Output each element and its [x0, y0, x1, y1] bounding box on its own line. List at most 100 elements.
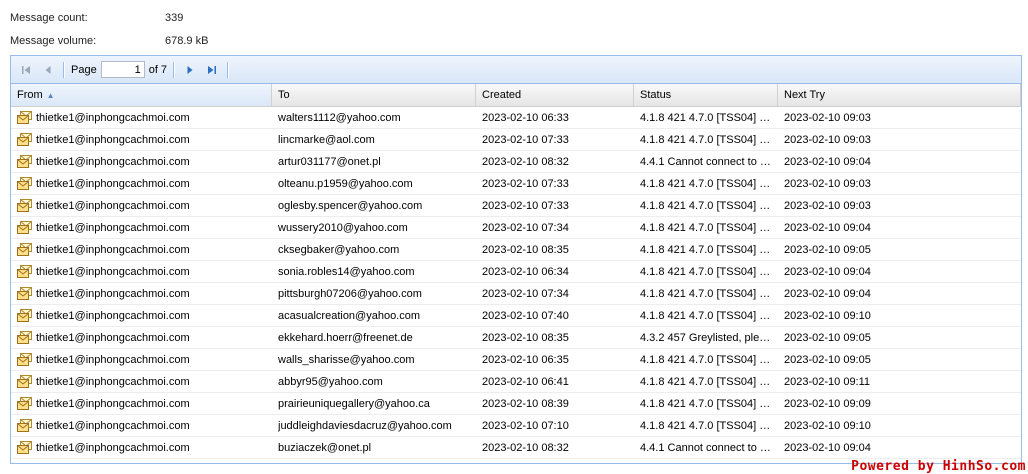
cell-next-try: 2023-02-10 09:10 [778, 305, 1021, 326]
cell-to-text: juddleighdaviesdacruz@yahoo.com [278, 419, 452, 432]
cell-created: 2023-02-10 07:34 [476, 217, 634, 238]
mail-envelope-icon [17, 353, 32, 366]
column-header-status[interactable]: Status [634, 84, 778, 106]
first-page-button[interactable] [15, 59, 37, 81]
table-row[interactable]: thietke1@inphongcachmoi.com sonia.robles1… [11, 261, 1021, 283]
table-row[interactable]: thietke1@inphongcachmoi.com walls_shariss… [11, 349, 1021, 371]
cell-next-try-text: 2023-02-10 09:11 [784, 375, 871, 388]
cell-from: thietke1@inphongcachmoi.com [11, 195, 272, 216]
column-header-created[interactable]: Created [476, 84, 634, 106]
table-row[interactable]: thietke1@inphongcachmoi.com acasualcreati… [11, 305, 1021, 327]
cell-from: thietke1@inphongcachmoi.com [11, 327, 272, 348]
cell-to: juddleighdaviesdacruz@yahoo.com [272, 415, 476, 436]
mail-envelope-icon [17, 133, 32, 146]
cell-to-text: abbyr95@yahoo.com [278, 375, 383, 388]
cell-created: 2023-02-10 07:34 [476, 283, 634, 304]
column-header-label: To [278, 89, 290, 101]
table-row[interactable]: thietke1@inphongcachmoi.com olteanu.p1959… [11, 173, 1021, 195]
table-row[interactable]: thietke1@inphongcachmoi.com pittsburgh072… [11, 283, 1021, 305]
cell-created-text: 2023-02-10 07:40 [482, 309, 569, 322]
cell-from: thietke1@inphongcachmoi.com [11, 283, 272, 304]
cell-next-try-text: 2023-02-10 09:04 [784, 221, 871, 234]
cell-created-text: 2023-02-10 08:39 [482, 397, 569, 410]
cell-status-text: 4.4.1 Cannot connect to … [640, 441, 771, 454]
message-volume-row: Message volume: 678.9 kB [10, 29, 208, 52]
mail-envelope-icon [17, 441, 32, 454]
cell-next-try: 2023-02-10 09:09 [778, 393, 1021, 414]
cell-from-text: thietke1@inphongcachmoi.com [36, 419, 190, 432]
cell-status: 4.1.8 421 4.7.0 [TSS04] … [634, 415, 778, 436]
cell-to-text: olteanu.p1959@yahoo.com [278, 177, 413, 190]
cell-status: 4.1.8 421 4.7.0 [TSS04] … [634, 217, 778, 238]
message-count-row: Message count: 339 [10, 6, 208, 29]
cell-from-text: thietke1@inphongcachmoi.com [36, 464, 190, 465]
cell-from-text: thietke1@inphongcachmoi.com [36, 397, 190, 410]
table-row[interactable]: thietke1@inphongcachmoi.com buziaczek@one… [11, 437, 1021, 459]
next-page-icon [187, 65, 193, 74]
cell-from-text: thietke1@inphongcachmoi.com [36, 111, 190, 124]
cell-next-try: 2023-02-10 09:04 [778, 283, 1021, 304]
cell-next-try: 2023-02-10 09:04 [778, 217, 1021, 238]
prev-page-button[interactable] [37, 59, 59, 81]
cell-next-try-text: 2023-02-10 09:05 [784, 353, 871, 366]
table-row[interactable]: thietke1@inphongcachmoi.com oglesby.spenc… [11, 195, 1021, 217]
cell-created-text: 2023-02-10 07:34 [482, 287, 569, 300]
table-row[interactable]: thietke1@inphongcachmoi.com wussery2010@y… [11, 217, 1021, 239]
last-page-button[interactable] [201, 59, 223, 81]
cell-next-try: 2023-02-10 09:03 [778, 173, 1021, 194]
mail-envelope-icon [17, 331, 32, 344]
table-row[interactable]: thietke1@inphongcachmoi.com lincmarke@aol… [11, 129, 1021, 151]
column-header-from[interactable]: From ▲ [11, 84, 272, 106]
cell-from-text: thietke1@inphongcachmoi.com [36, 133, 190, 146]
cell-from: thietke1@inphongcachmoi.com [11, 107, 272, 128]
cell-status-text: 4.1.8 421 4.7.0 [TSS04] … [640, 133, 771, 146]
cell-from-text: thietke1@inphongcachmoi.com [36, 177, 190, 190]
cell-next-try: 2023-02-10 09:04 [778, 437, 1021, 458]
paging-toolbar: Page of 7 [11, 56, 1021, 84]
cell-status-text: 4.1.8 421 4.7.0 [TSS04] … [640, 309, 771, 322]
cell-created-text: 2023-02-10 07:33 [482, 199, 569, 212]
cell-to: prairieuniquegallery@yahoo.ca [272, 393, 476, 414]
table-row[interactable]: thietke1@inphongcachmoi.com cksegbaker@ya… [11, 239, 1021, 261]
table-row[interactable]: thietke1@inphongcachmoi.com walters1112@y… [11, 107, 1021, 129]
mail-envelope-icon [17, 221, 32, 234]
column-header-next-try[interactable]: Next Try [778, 84, 1021, 106]
table-row[interactable]: thietke1@inphongcachmoi.com ekkehard.hoer… [11, 327, 1021, 349]
cell-status: 4.1.8 421 4.7.0 [TSS04] … [634, 239, 778, 260]
table-row[interactable]: thietke1@inphongcachmoi.com artur031177@o… [11, 151, 1021, 173]
mail-envelope-icon [17, 397, 32, 410]
cell-to-text: walters1112@yahoo.com [278, 111, 401, 124]
cell-created-text: 2023-02-10 08:32 [482, 441, 569, 454]
last-page-icon [208, 65, 217, 74]
cell-next-try-text: 2023-02-10 09:03 [784, 133, 871, 146]
cell-status: 4.1.8 421 4.7.0 [TSS04] … [634, 371, 778, 392]
cell-to-text: pittsburgh07206@yahoo.com [278, 287, 422, 300]
next-page-button[interactable] [179, 59, 201, 81]
cell-to: cksegbaker@yahoo.com [272, 239, 476, 260]
cell-created-text: 2023-02-10 07:34 [482, 221, 569, 234]
cell-to: ekkehard.hoerr@freenet.de [272, 327, 476, 348]
cell-to-text: lincmarke@aol.com [278, 133, 375, 146]
cell-created-text: 2023-02-10 06:34 [482, 265, 569, 278]
page-number-input[interactable] [100, 61, 145, 78]
cell-to: wussery2010@yahoo.com [272, 217, 476, 238]
cell-next-try-text: 2023-02-10 09:05 [784, 331, 871, 344]
first-page-icon [22, 65, 30, 74]
cell-next-try: 2023-02-10 09:05 [778, 239, 1021, 260]
cell-from-text: thietke1@inphongcachmoi.com [36, 221, 190, 234]
cell-status-text: 4.1.8 421 4.7.0 [TSS04] … [640, 397, 771, 410]
cell-from-text: thietke1@inphongcachmoi.com [36, 243, 190, 256]
cell-to: olteanu.p1959@yahoo.com [272, 173, 476, 194]
cell-next-try: 2023-02-10 09:03 [778, 195, 1021, 216]
toolbar-separator [227, 61, 230, 78]
table-row[interactable]: thietke1@inphongcachmoi.com prairieunique… [11, 393, 1021, 415]
table-row[interactable]: thietke1@inphongcachmoi.com abbyr95@yahoo… [11, 371, 1021, 393]
cell-to: sonia.robles14@yahoo.com [272, 261, 476, 282]
mail-envelope-icon [17, 463, 32, 464]
cell-from-text: thietke1@inphongcachmoi.com [36, 353, 190, 366]
cell-created: 2023-02-10 06:41 [476, 371, 634, 392]
column-header-to[interactable]: To [272, 84, 476, 106]
table-row[interactable]: thietke1@inphongcachmoi.com juddleighdavi… [11, 415, 1021, 437]
cell-next-try-text: 2023-02-10 09:04 [784, 265, 871, 278]
cell-created: 2023-02-10 07:10 [476, 415, 634, 436]
